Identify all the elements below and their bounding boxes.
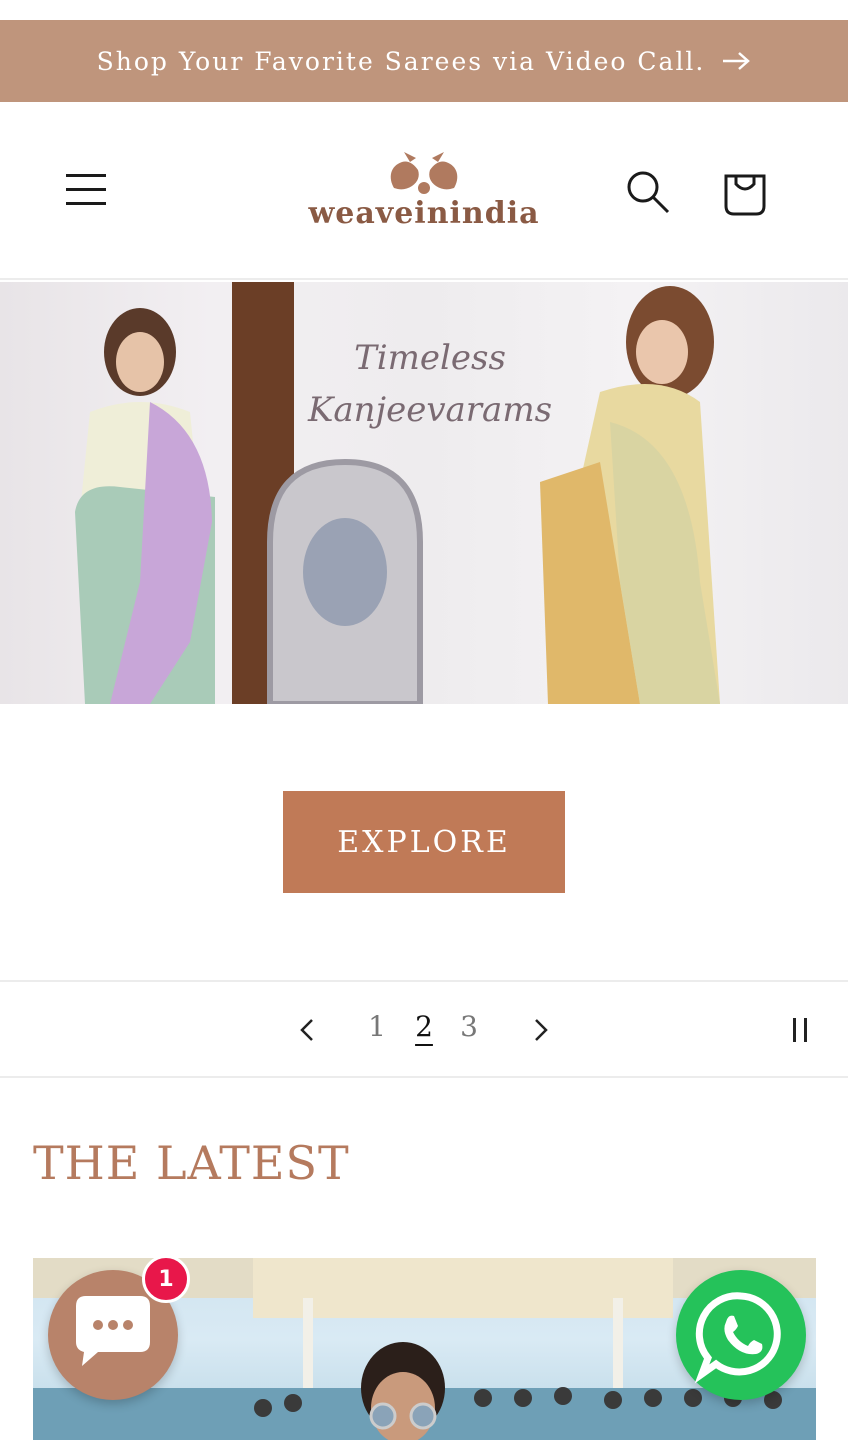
site-header: weaveinindia xyxy=(0,102,848,280)
slide-page-2[interactable]: 2 xyxy=(412,1010,436,1043)
chevron-left-icon[interactable] xyxy=(294,1016,322,1044)
announcement-text: Shop Your Favorite Sarees via Video Call… xyxy=(96,46,706,76)
pause-button[interactable] xyxy=(790,1018,812,1044)
cart-icon xyxy=(724,174,766,216)
menu-button[interactable] xyxy=(62,168,110,212)
logo[interactable]: weaveinindia xyxy=(304,148,544,238)
search-icon xyxy=(627,171,670,214)
pause-icon xyxy=(793,1018,796,1042)
section-title-latest: THE LATEST xyxy=(33,1136,350,1190)
explore-button[interactable]: EXPLORE xyxy=(283,791,565,893)
bird-logo-icon xyxy=(390,152,458,194)
hamburger-icon xyxy=(66,174,106,177)
hero-script-text: Timeless Kanjeevarams xyxy=(300,332,560,436)
announcement-bar[interactable]: Shop Your Favorite Sarees via Video Call… xyxy=(0,20,848,102)
search-button[interactable] xyxy=(622,166,674,218)
whatsapp-button[interactable] xyxy=(676,1270,806,1400)
chevron-right-icon[interactable] xyxy=(526,1016,554,1044)
slide-page-1[interactable]: 1 xyxy=(365,1010,389,1043)
hero-script-line1: Timeless xyxy=(354,338,506,378)
hero-banner[interactable]: Timeless Kanjeevarams xyxy=(0,282,848,704)
slider-controls: 1 2 3 xyxy=(0,980,848,1078)
slide-page-3[interactable]: 3 xyxy=(457,1010,481,1043)
hero-script-line2: Kanjeevarams xyxy=(307,390,553,430)
whatsapp-icon xyxy=(694,1292,781,1384)
logo-text: weaveinindia xyxy=(308,196,540,231)
hamburger-line xyxy=(66,188,106,191)
arrow-right-icon xyxy=(723,52,751,70)
chat-notification-badge: 1 xyxy=(142,1255,190,1303)
pause-icon-bar xyxy=(804,1018,807,1042)
hamburger-line xyxy=(66,202,106,205)
cart-button[interactable] xyxy=(718,164,772,220)
